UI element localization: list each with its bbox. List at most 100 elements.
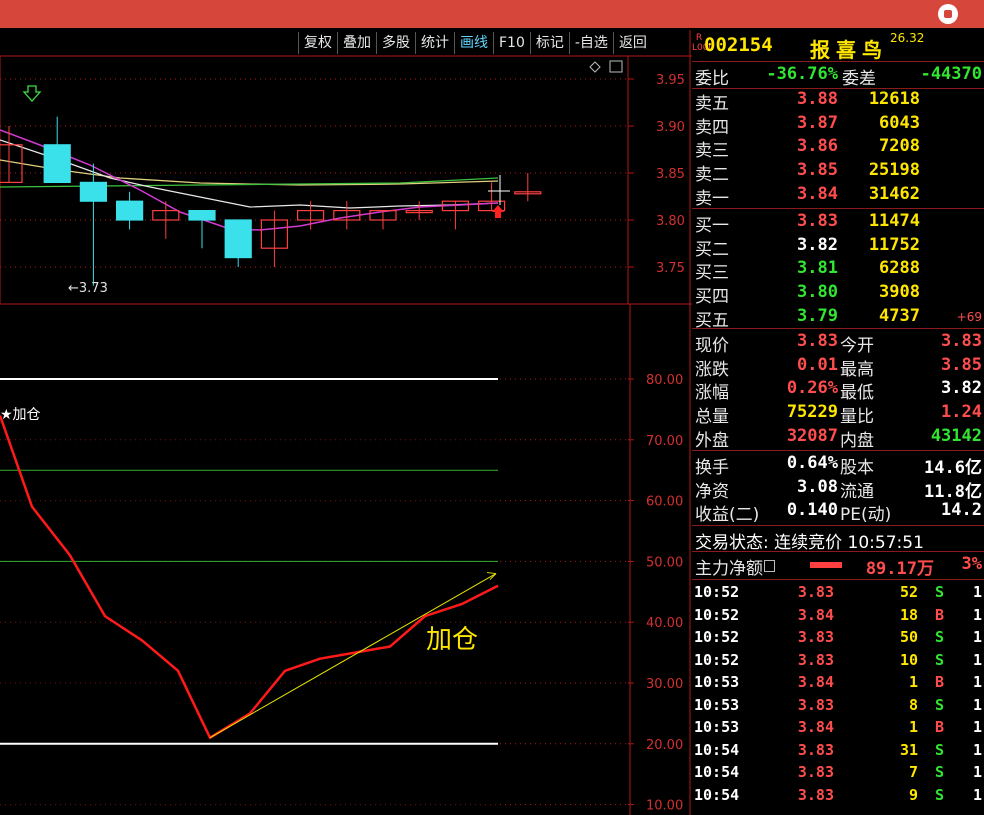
bid-price: 3.82 bbox=[797, 234, 838, 255]
ask-volume: 25198 bbox=[868, 160, 920, 181]
bid-price: 3.83 bbox=[797, 211, 838, 231]
stat-row: 现价 3.83 今开 3.83 bbox=[692, 330, 984, 356]
ind-tick-label: 10.00 bbox=[646, 799, 683, 814]
trade-count: 1 bbox=[972, 785, 982, 804]
stat-value-2: 3.83 bbox=[941, 331, 982, 351]
weibi-value: -36.76% bbox=[766, 64, 838, 84]
stat-value: 75229 bbox=[786, 402, 838, 423]
trade-side: S bbox=[934, 650, 944, 669]
bid-label: 买四 bbox=[695, 287, 729, 308]
status-row: 交易状态: 连续竞价 10:57:51 bbox=[692, 527, 984, 553]
trade-count: 1 bbox=[972, 695, 982, 714]
stock-name: 报喜鸟 bbox=[810, 38, 888, 62]
trade-row: 10:52 3.83 52 S 1 bbox=[692, 581, 984, 604]
trade-time: 10:53 bbox=[694, 695, 740, 714]
divider bbox=[692, 61, 984, 62]
ask-volume: 31462 bbox=[868, 183, 920, 204]
divider bbox=[692, 579, 984, 580]
ind-tick-label: 40.00 bbox=[646, 616, 683, 631]
trade-volume: 50 bbox=[899, 628, 918, 646]
ask-volume: 12618 bbox=[868, 89, 920, 109]
trade-row: 10:54 3.83 7 S 1 bbox=[692, 761, 984, 784]
list-icon[interactable] bbox=[764, 560, 775, 572]
weibi-row: 委比 -36.76% 委差 -44370 bbox=[692, 63, 984, 89]
stat2-value-2: 14.2 bbox=[941, 500, 982, 521]
panel-toggle-icon[interactable] bbox=[609, 60, 623, 73]
stat-label: 总量 bbox=[695, 407, 729, 428]
down-arrow-icon bbox=[22, 85, 42, 102]
stat-label-2: 最高 bbox=[840, 359, 874, 380]
divider bbox=[692, 328, 984, 329]
buy-marker-text: ★加仓 bbox=[0, 407, 41, 423]
bid-volume: 11752 bbox=[868, 234, 920, 255]
candle-body bbox=[43, 144, 71, 184]
trade-side: S bbox=[934, 628, 944, 646]
trade-volume: 8 bbox=[908, 695, 918, 714]
weibi-label: 委比 bbox=[695, 69, 729, 89]
ind-tick-label: 80.00 bbox=[646, 373, 683, 388]
stat-label-2: 内盘 bbox=[840, 430, 874, 451]
stat2-label-2: 股本 bbox=[840, 458, 874, 478]
trade-time: 10:52 bbox=[694, 628, 740, 646]
annotation-text: 加仓 bbox=[426, 625, 478, 655]
trade-side: S bbox=[934, 785, 944, 804]
up-arrow-icon bbox=[492, 205, 504, 218]
trade-price: 3.83 bbox=[797, 583, 834, 601]
bid-row: 买五 3.79 4737 +69 bbox=[692, 305, 984, 331]
trade-time: 10:54 bbox=[694, 740, 740, 759]
divider bbox=[692, 450, 984, 451]
ask-row: 卖三 3.86 7208 bbox=[692, 135, 984, 161]
ask-label: 卖一 bbox=[695, 188, 729, 209]
bid-row: 买二 3.82 11752 bbox=[692, 234, 984, 260]
stat-row: 涨幅 0.26% 最低 3.82 bbox=[692, 377, 984, 404]
ask-price: 3.85 bbox=[797, 160, 838, 181]
ask-label: 卖五 bbox=[695, 94, 729, 114]
stat2-label: 换手 bbox=[695, 458, 729, 478]
bid-volume: 6288 bbox=[879, 258, 920, 279]
ask-row: 卖二 3.85 25198 bbox=[692, 159, 984, 185]
main-net-label: 主力净额 bbox=[695, 559, 763, 579]
trade-side: S bbox=[934, 583, 944, 601]
trade-price: 3.83 bbox=[797, 763, 834, 781]
stat-value: 3.83 bbox=[797, 331, 838, 351]
trade-time: 10:54 bbox=[694, 785, 740, 804]
stat-row: 外盘 32087 内盘 43142 bbox=[692, 425, 984, 451]
diamond-icon[interactable] bbox=[589, 61, 601, 73]
trade-count: 1 bbox=[972, 673, 982, 691]
ask-row: 卖一 3.84 31462 bbox=[692, 183, 984, 209]
divider bbox=[692, 208, 984, 209]
stock-code: 002154 bbox=[704, 34, 773, 56]
trade-time: 10:52 bbox=[694, 650, 740, 669]
trade-side: B bbox=[934, 673, 944, 691]
ind-tick-label: 20.00 bbox=[646, 738, 683, 753]
stat-label-2: 量比 bbox=[840, 407, 874, 428]
stat-row: 涨跌 0.01 最高 3.85 bbox=[692, 354, 984, 380]
price-tick-label: 3.90 bbox=[656, 120, 685, 135]
bid-volume: 3908 bbox=[879, 282, 920, 303]
ask-price: 3.88 bbox=[797, 89, 838, 109]
stat-row: 总量 75229 量比 1.24 bbox=[692, 401, 984, 428]
bid-row: 买三 3.81 6288 bbox=[692, 257, 984, 283]
bid-row: 买一 3.83 11474 bbox=[692, 210, 984, 236]
trade-volume: 9 bbox=[908, 785, 918, 804]
app-menu-icon[interactable] bbox=[938, 4, 958, 24]
trade-row: 10:54 3.83 9 S 1 bbox=[692, 784, 984, 807]
candle-body bbox=[115, 200, 144, 221]
bid-label: 买二 bbox=[695, 239, 729, 260]
candle-body bbox=[188, 210, 216, 221]
ask-row: 卖四 3.87 6043 bbox=[692, 112, 984, 138]
trade-count: 1 bbox=[972, 718, 982, 736]
bid-label: 买一 bbox=[695, 216, 729, 236]
ind-tick-label: 60.00 bbox=[646, 495, 683, 510]
main-net-row: 主力净额 89.17万 3% bbox=[692, 553, 984, 579]
ask-price: 3.84 bbox=[797, 183, 838, 204]
divider bbox=[692, 551, 984, 552]
ask-volume: 7208 bbox=[879, 136, 920, 157]
main-net-value: 89.17万 bbox=[865, 559, 934, 579]
trade-status: 交易状态: 连续竞价 10:57:51 bbox=[695, 533, 924, 553]
stat2-value-2: 11.8亿 bbox=[924, 481, 982, 502]
stat-label: 外盘 bbox=[695, 430, 729, 451]
stat-label: 涨幅 bbox=[695, 383, 729, 404]
price-tick-label: 3.85 bbox=[656, 167, 685, 182]
trade-volume: 52 bbox=[899, 583, 918, 601]
